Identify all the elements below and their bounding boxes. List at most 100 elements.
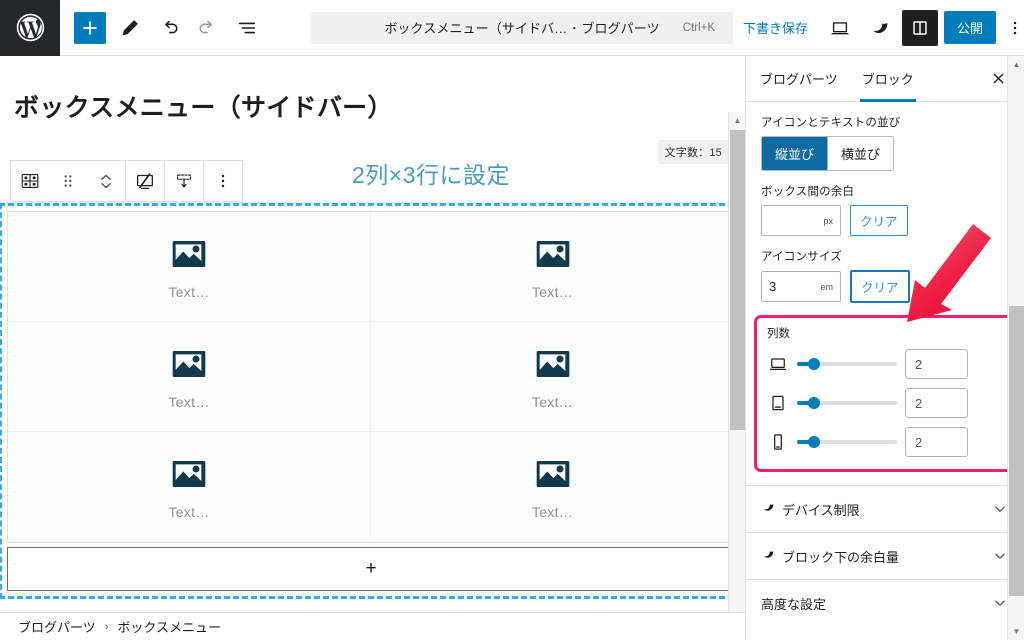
tab-blog-parts[interactable]: ブログパーツ [746, 56, 850, 102]
desktop-preview-icon[interactable] [822, 10, 858, 46]
drag-handle-icon[interactable] [49, 161, 87, 201]
box-menu-cell-label: Text… [531, 504, 574, 520]
box-menu-cell-label: Text… [168, 283, 210, 300]
icon-size-value: 3 [769, 279, 777, 294]
columns-slider-desktop[interactable] [797, 354, 897, 374]
tab-block[interactable]: ブロック [850, 56, 926, 102]
box-menu-cell[interactable]: Text… [371, 322, 734, 432]
lead-paragraph[interactable]: 2列×3行に設定 [352, 156, 510, 190]
image-placeholder-icon [533, 454, 573, 494]
ellipsis-vertical-icon[interactable] [1000, 10, 1024, 46]
align-option-vertical[interactable]: 縦並び [762, 137, 829, 170]
document-title: ボックスメニュー（サイドバ… ･ ブログパーツ [384, 21, 660, 36]
accordion-block-bottom-margin[interactable]: ブロック下の余白量 [746, 532, 1024, 579]
redo-icon[interactable] [190, 10, 226, 46]
box-menu-cell[interactable]: Text… [371, 212, 734, 322]
editor-scrollbar[interactable]: ▲ ▼ [728, 112, 745, 640]
move-up-down-icon[interactable] [87, 161, 125, 201]
box-menu-cell[interactable]: Text… [8, 212, 371, 322]
settings-sidebar-icon[interactable] [902, 9, 939, 46]
columns-row-tablet: 2 [767, 388, 1003, 418]
icon-size-input[interactable]: 3 em [761, 271, 841, 302]
page-title[interactable]: ボックスメニュー（サイドバー） [14, 56, 731, 124]
box-menu-grid: Text… Text… Text… Text… Text… Text… [7, 211, 735, 543]
top-bar-actions: 下書き保存 公開 [733, 9, 1024, 46]
breadcrumb-parent[interactable]: ブログパーツ [18, 617, 96, 636]
columns-input-desktop[interactable]: 2 [905, 349, 968, 379]
leaf-icon [761, 502, 775, 516]
view-eye-icon[interactable] [862, 10, 898, 46]
desktop-icon [767, 353, 789, 375]
box-menu-cell[interactable]: Text… [8, 432, 371, 542]
section-icon-text-align: アイコンとテキストの並び 縦並び 横並び [746, 102, 1024, 171]
icon-size-unit: em [820, 281, 833, 292]
selected-block-boxmenu[interactable]: Text… Text… Text… Text… Text… Text… + [0, 203, 743, 599]
columns-slider-mobile[interactable] [797, 432, 897, 452]
slider-thumb[interactable] [808, 397, 820, 409]
settings-sidebar: ブログパーツ ブロック アイコンとテキストの並び 縦並び 横並び ボックス間の余… [745, 56, 1024, 640]
list-view-icon[interactable] [229, 10, 265, 46]
icon-text-align-toggle: 縦並び 横並び [761, 136, 895, 171]
slider-thumb[interactable] [808, 436, 820, 448]
icon-size-clear-button[interactable]: クリア [850, 270, 910, 303]
sidebar-body: アイコンとテキストの並び 縦並び 横並び ボックス間の余白 px クリア アイコ… [746, 102, 1024, 626]
image-placeholder-icon [169, 234, 209, 274]
slider-thumb[interactable] [808, 358, 820, 370]
wordpress-logo-icon[interactable] [0, 0, 60, 56]
breadcrumb-current[interactable]: ボックスメニュー [117, 617, 221, 636]
image-placeholder-icon [533, 234, 573, 274]
editor-top-bar: ボックスメニュー（サイドバ… ･ ブログパーツ Ctrl+K 下書き保存 公開 [0, 0, 1024, 56]
block-options-icon[interactable] [204, 161, 242, 201]
undo-icon[interactable] [151, 10, 187, 46]
pencil-icon[interactable] [112, 10, 148, 46]
box-gap-label: ボックス間の余白 [761, 186, 855, 198]
sidebar-accordions: デバイス制限 ブロック下の余白量 高度な設定 [746, 485, 1024, 626]
spacing-icon[interactable] [165, 161, 203, 201]
add-box-row-button[interactable]: + [7, 547, 735, 591]
box-gap-input[interactable]: px [761, 205, 841, 236]
image-placeholder-icon [533, 344, 573, 384]
box-gap-row: px クリア [761, 205, 1009, 236]
columns-input-tablet[interactable]: 2 [905, 388, 968, 418]
scroll-up-arrow[interactable]: ▲ [729, 112, 745, 129]
columns-slider-tablet[interactable] [797, 393, 897, 413]
section-box-gap: ボックス間の余白 px クリア [746, 171, 1024, 236]
scrollbar-thumb[interactable] [1009, 306, 1024, 596]
accordion-advanced-settings[interactable]: 高度な設定 [746, 579, 1024, 626]
editor-canvas[interactable]: ボックスメニュー（サイドバー） 文字数：15 2列×3行に設定 Text… Te… [0, 56, 745, 640]
box-menu-cell-label: Text… [168, 393, 210, 410]
breadcrumb: ブログパーツ › ボックスメニュー [0, 612, 745, 640]
save-draft-button[interactable]: 下書き保存 [733, 12, 818, 43]
scroll-up-arrow[interactable]: ▲ [1008, 56, 1024, 73]
accordion-device-restriction[interactable]: デバイス制限 [746, 485, 1024, 532]
accordion-label: 高度な設定 [761, 596, 827, 612]
add-block-button[interactable] [74, 11, 106, 44]
box-menu-cell[interactable]: Text… [8, 322, 371, 432]
sidebar-scrollbar[interactable]: ▲ ▼ [1007, 56, 1024, 640]
scroll-down-arrow[interactable]: ▼ [1008, 623, 1024, 640]
columns-row-desktop: 2 [767, 349, 1003, 379]
columns-input-mobile[interactable]: 2 [905, 427, 968, 457]
align-option-horizontal[interactable]: 横並び [828, 137, 894, 170]
publish-button[interactable]: 公開 [944, 11, 997, 44]
box-menu-cell-label: Text… [168, 504, 210, 520]
device-hidden-icon[interactable] [126, 161, 164, 201]
accordion-label: ブロック下の余白量 [782, 549, 900, 565]
block-toolbar [10, 160, 243, 202]
box-gap-clear-button[interactable]: クリア [850, 205, 908, 236]
tablet-icon [767, 392, 789, 414]
mobile-icon [767, 431, 789, 453]
columns-row-mobile: 2 [767, 427, 1003, 457]
accordion-label: デバイス制限 [782, 502, 860, 518]
box-menu-cell-label: Text… [531, 393, 574, 410]
leaf-icon [761, 549, 775, 563]
document-title-bar[interactable]: ボックスメニュー（サイドバ… ･ ブログパーツ Ctrl+K [311, 11, 733, 44]
image-placeholder-icon [169, 344, 209, 384]
box-menu-cell[interactable]: Text… [371, 432, 734, 542]
wordpress-block-editor: ボックスメニュー（サイドバ… ･ ブログパーツ Ctrl+K 下書き保存 公開 … [0, 0, 1024, 640]
word-count-badge: 文字数：15 [657, 140, 729, 164]
top-tool-group [112, 10, 265, 46]
scrollbar-thumb[interactable] [730, 130, 745, 430]
breadcrumb-separator: › [104, 620, 109, 633]
block-grid-icon[interactable] [11, 161, 49, 201]
